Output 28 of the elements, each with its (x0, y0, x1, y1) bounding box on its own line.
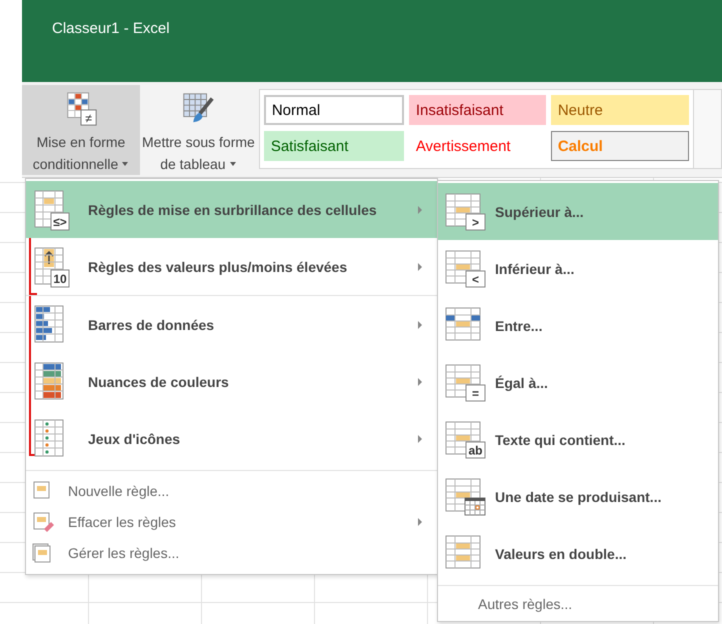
menu-item[interactable]: > Supérieur à... (438, 183, 718, 240)
menu-item[interactable]: Nouvelle règle... (26, 475, 437, 506)
menu-item[interactable]: Jeux d'icônes (26, 410, 437, 467)
menu-item[interactable]: Nuances de couleurs (26, 353, 437, 410)
caret-icon (121, 161, 130, 167)
menu-item[interactable]: Valeurs en double... (438, 525, 718, 582)
caret-icon (228, 161, 237, 167)
cell-style[interactable]: Normal (264, 95, 404, 125)
window-title: Classeur1 - Excel (52, 20, 170, 37)
gallery-scrollbar[interactable] (692, 90, 721, 168)
menu-item[interactable]: Gérer les règles... (26, 537, 437, 568)
menu-item[interactable]: 10 Règles des valeurs plus/moins élevées (26, 238, 437, 295)
ribbon-button[interactable]: ≠ Mise en forme conditionnelle (22, 85, 140, 175)
menu-item[interactable]: Entre... (438, 297, 718, 354)
menu-item[interactable]: ab Texte qui contient... (438, 411, 718, 468)
menu-item[interactable]: Barres de données (26, 295, 437, 353)
cell-style[interactable]: Satisfaisant (264, 131, 404, 161)
ribbon-button[interactable]: Mettre sous forme de tableau (140, 85, 257, 175)
menu-item[interactable]: = Égal à... (438, 354, 718, 411)
menu-item[interactable]: Autres règles... (478, 596, 572, 612)
rule-icon (445, 476, 487, 516)
menu-item[interactable]: Effacer les règles (26, 506, 437, 537)
menu-item[interactable]: Une date se produisant... (438, 468, 718, 525)
menu-item[interactable]: < Inférieur à... (438, 240, 718, 297)
eraser-icon (32, 512, 54, 532)
cell-style[interactable]: Insatisfaisant (408, 95, 546, 125)
cell-style[interactable]: Neutre (550, 95, 689, 125)
menu-item[interactable]: ≤> Règles de mise en surbrillance des cellules (26, 181, 437, 238)
